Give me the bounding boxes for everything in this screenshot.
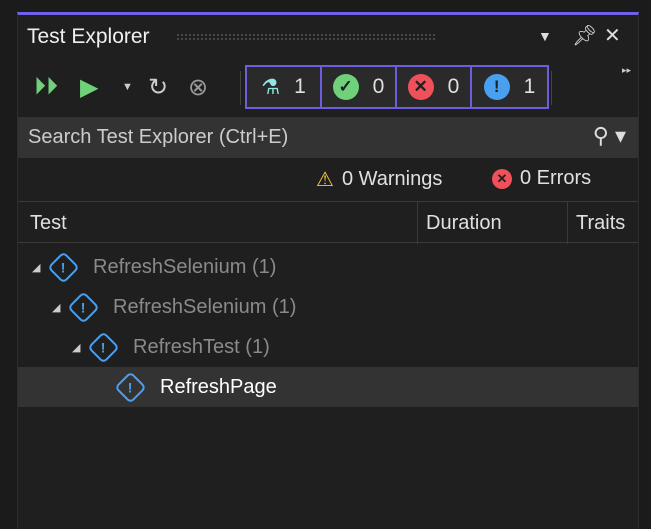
errors-label: 0 Errors: [520, 167, 592, 189]
tree-item-selected[interactable]: ! RefreshPage: [18, 367, 638, 407]
column-header: Test Duration Traits: [18, 201, 638, 244]
search-icon[interactable]: ⚲ ▾: [593, 123, 626, 149]
flask-icon: ⚗: [261, 75, 281, 99]
test-explorer-panel: Test Explorer ▼ 📌︎ ✕ ⏵⏵ ▶ ▼ ↻ ⊗ ⚗ 1 ✓ 0 ✕ 0…: [17, 12, 639, 529]
tree-item[interactable]: ◢! RefreshSelenium (1): [18, 247, 638, 287]
not-run-icon: !: [87, 330, 120, 364]
dropdown-icon[interactable]: ▼: [538, 28, 552, 44]
column-traits[interactable]: Traits: [576, 212, 625, 235]
panel-title: Test Explorer: [27, 25, 150, 48]
column-divider[interactable]: [417, 202, 418, 244]
item-label: RefreshSelenium: [93, 255, 247, 278]
cancel-run-icon[interactable]: ⊗: [188, 73, 208, 102]
not-run-count: 1: [523, 75, 536, 98]
total-tests-button[interactable]: ⚗ 1: [247, 67, 322, 107]
run-all-icon[interactable]: ⏵⏵: [34, 73, 58, 101]
failed-tests-button[interactable]: ✕ 0: [397, 67, 472, 107]
divider: [551, 71, 552, 105]
passed-count: 0: [372, 75, 385, 98]
errors-status[interactable]: ✕ 0 Errors: [492, 167, 591, 190]
column-duration[interactable]: Duration: [426, 212, 502, 235]
tree-item[interactable]: ◢! RefreshTest (1): [18, 327, 638, 367]
item-label: RefreshPage: [160, 375, 277, 398]
item-count: (1): [271, 295, 297, 318]
error-icon: ✕: [492, 168, 512, 189]
run-dropdown-icon[interactable]: ▼: [122, 81, 133, 93]
passed-tests-button[interactable]: ✓ 0: [322, 67, 397, 107]
not-run-tests-button[interactable]: ! 1: [472, 67, 547, 107]
drag-grip[interactable]: [176, 33, 436, 41]
column-test[interactable]: Test: [30, 212, 67, 235]
divider: [240, 71, 241, 105]
tree-item[interactable]: ◢! RefreshSelenium (1): [18, 287, 638, 327]
item-count: (1): [245, 335, 270, 358]
search-input[interactable]: Search Test Explorer (Ctrl+E) ⚲ ▾: [18, 117, 638, 158]
item-count: (1): [251, 255, 277, 278]
warnings-status[interactable]: ⚠ 0 Warnings: [316, 167, 442, 192]
check-icon: ✓: [332, 74, 359, 100]
info-icon: !: [483, 74, 510, 100]
warning-icon: ⚠: [316, 169, 334, 191]
fail-icon: ✕: [407, 74, 434, 100]
not-run-icon: !: [114, 370, 147, 404]
close-icon[interactable]: ✕: [604, 23, 621, 48]
not-run-icon: !: [67, 290, 100, 324]
item-label: RefreshSelenium: [113, 295, 267, 318]
not-run-icon: !: [47, 250, 80, 284]
pin-icon[interactable]: 📌︎: [572, 23, 597, 48]
column-divider[interactable]: [567, 202, 568, 244]
item-label: RefreshTest: [133, 335, 240, 358]
rerun-icon[interactable]: ↻: [148, 73, 168, 102]
run-icon[interactable]: ▶: [80, 73, 98, 102]
overflow-icon[interactable]: ▸▸: [622, 65, 631, 76]
toolbar: ⏵⏵ ▶ ▼ ↻ ⊗ ⚗ 1 ✓ 0 ✕ 0 ! 1 ▸▸: [18, 65, 638, 111]
failed-count: 0: [447, 75, 460, 98]
search-placeholder: Search Test Explorer (Ctrl+E): [28, 126, 289, 148]
test-counts: ⚗ 1 ✓ 0 ✕ 0 ! 1: [245, 65, 549, 109]
warnings-label: 0 Warnings: [341, 168, 443, 190]
total-count: 1: [294, 75, 306, 98]
